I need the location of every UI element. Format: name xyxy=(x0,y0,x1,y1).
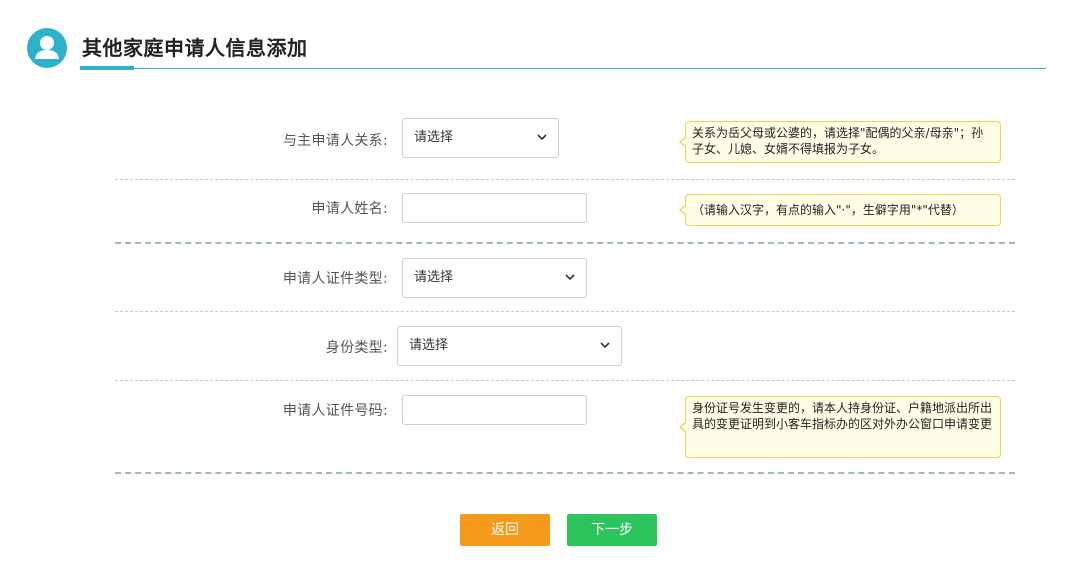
divider xyxy=(115,179,1015,180)
relation-select-value: 请选择 xyxy=(414,130,454,145)
user-avatar-icon xyxy=(27,28,67,68)
back-button[interactable]: 返回 xyxy=(460,514,550,546)
cert-type-select-value: 请选择 xyxy=(414,270,454,285)
name-tip: （请输入汉字，有点的输入"·"，生僻字用"*"代替） xyxy=(679,194,1001,226)
cert-type-label: 申请人证件类型: xyxy=(282,271,388,287)
relation-label: 与主申请人关系: xyxy=(282,133,388,149)
relation-select[interactable]: 请选择 xyxy=(402,118,559,158)
next-step-button[interactable]: 下一步 xyxy=(567,514,657,546)
relation-tip: 关系为岳父母或公婆的，请选择"配偶的父亲/母亲"；孙子女、儿媳、女婿不得填报为子… xyxy=(679,121,1001,163)
page-header: 其他家庭申请人信息添加 xyxy=(0,0,1080,72)
name-label: 申请人姓名: xyxy=(311,201,388,217)
identity-type-label: 身份类型: xyxy=(325,340,388,356)
divider xyxy=(115,242,1015,244)
cert-type-select[interactable]: 请选择 xyxy=(402,258,587,298)
chevron-down-icon xyxy=(565,274,575,281)
name-input[interactable] xyxy=(402,193,587,223)
identity-type-select[interactable]: 请选择 xyxy=(397,326,622,366)
cert-number-tip: 身份证号发生变更的，请本人持身份证、户籍地派出所出具的变更证明到小客车指标办的区… xyxy=(679,396,1001,458)
chevron-down-icon xyxy=(600,342,610,349)
divider xyxy=(115,380,1015,381)
identity-type-select-value: 请选择 xyxy=(409,338,449,353)
title-underline-accent xyxy=(80,66,134,70)
cert-number-input[interactable] xyxy=(402,395,587,425)
chevron-down-icon xyxy=(537,134,547,141)
divider xyxy=(115,311,1015,312)
page-title: 其他家庭申请人信息添加 xyxy=(82,36,308,60)
title-underline xyxy=(80,68,1046,69)
cert-number-label: 申请人证件号码: xyxy=(282,403,388,419)
divider xyxy=(115,472,1015,474)
